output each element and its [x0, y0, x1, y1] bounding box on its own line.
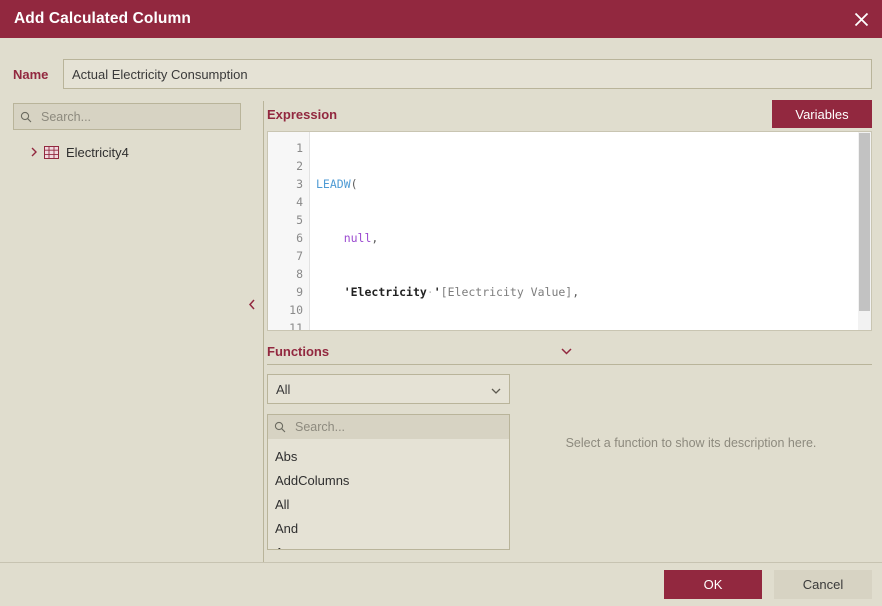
expression-editor[interactable]: 1 2 3 4 5 6 7 8 9 10 11 LEADW( null, 'El… — [267, 131, 872, 331]
function-search-box[interactable] — [268, 415, 509, 439]
close-button[interactable] — [840, 0, 882, 38]
function-item[interactable]: And — [268, 517, 509, 541]
dialog-footer: OK Cancel — [0, 562, 882, 606]
functions-title: Functions — [267, 344, 330, 359]
functions-body: All Search... Abs AddColumns All And Sel… — [267, 365, 872, 562]
dialog-titlebar: Add Calculated Column — [0, 0, 882, 38]
tree-node-label: Electricity4 — [66, 144, 129, 160]
panel-splitter — [241, 101, 263, 562]
editor-line-numbers: 1 2 3 4 5 6 7 8 9 10 11 — [268, 132, 310, 330]
functions-left-column: All Search... Abs AddColumns All And — [267, 374, 510, 562]
function-items: Abs AddColumns All And Average — [268, 439, 509, 549]
function-description-placeholder: Select a function to show its descriptio… — [565, 436, 817, 450]
add-calculated-column-dialog: Add Calculated Column Name Actual Electr… — [0, 0, 882, 606]
fields-search-box[interactable] — [13, 103, 241, 130]
table-icon — [44, 145, 60, 159]
fields-tree: Electricity4 — [13, 141, 241, 163]
code-line: null, — [343, 231, 379, 245]
function-category-value: All — [276, 381, 291, 397]
name-label: Name — [13, 66, 49, 82]
fields-panel: Electricity4 — [13, 101, 241, 562]
chevron-down-icon — [491, 382, 501, 397]
chevron-down-icon — [561, 348, 572, 355]
code-line: 'Electricity·'[Electricity Value], — [343, 285, 580, 299]
function-item[interactable]: All — [268, 493, 509, 517]
line-number: 1 — [296, 141, 303, 155]
line-number: 2 — [296, 159, 303, 173]
dialog-body: Electricity4 Expression Variables 1 — [0, 93, 882, 562]
tree-node-electricity4[interactable]: Electricity4 — [13, 141, 241, 163]
code-line: LEADW( — [316, 177, 358, 191]
line-number: 10 — [289, 303, 303, 317]
name-row: Name — [0, 55, 882, 93]
name-input[interactable] — [63, 59, 872, 89]
line-number: 6 — [296, 231, 303, 245]
search-icon — [20, 111, 32, 123]
functions-header: Functions — [267, 339, 872, 365]
fields-search-input[interactable] — [39, 108, 234, 125]
line-number: 7 — [296, 249, 303, 263]
cancel-button[interactable]: Cancel — [774, 570, 872, 599]
dialog-title: Add Calculated Column — [14, 10, 191, 27]
variables-button[interactable]: Variables — [772, 100, 872, 128]
chevron-right-icon[interactable] — [27, 147, 41, 157]
expression-code[interactable]: LEADW( null, 'Electricity·'[Electricity … — [310, 132, 871, 330]
chevron-left-icon — [248, 299, 255, 309]
expression-panel: Expression Variables 1 2 3 4 5 6 7 8 9 1… — [263, 100, 872, 562]
functions-collapse-button[interactable] — [561, 348, 872, 355]
editor-scrollbar[interactable] — [858, 132, 871, 330]
function-item[interactable]: Average — [268, 541, 509, 549]
ok-button[interactable]: OK — [664, 570, 762, 599]
line-number: 4 — [296, 195, 303, 209]
editor-scrollbar-thumb[interactable] — [859, 133, 870, 311]
line-number: 11 — [289, 321, 303, 331]
line-number: 8 — [296, 267, 303, 281]
close-icon — [854, 12, 868, 26]
line-number: 3 — [296, 177, 303, 191]
function-search-input[interactable] — [293, 419, 503, 435]
expression-title: Expression — [267, 106, 338, 122]
line-number: 9 — [296, 285, 303, 299]
function-item[interactable]: Abs — [268, 445, 509, 469]
search-icon — [274, 421, 286, 433]
line-number: 5 — [296, 213, 303, 227]
function-category-select[interactable]: All — [267, 374, 510, 404]
collapse-panel-button[interactable] — [245, 293, 259, 315]
expression-header: Expression Variables — [267, 100, 872, 128]
function-list-box: Abs AddColumns All And Average — [267, 414, 510, 550]
function-item[interactable]: AddColumns — [268, 469, 509, 493]
